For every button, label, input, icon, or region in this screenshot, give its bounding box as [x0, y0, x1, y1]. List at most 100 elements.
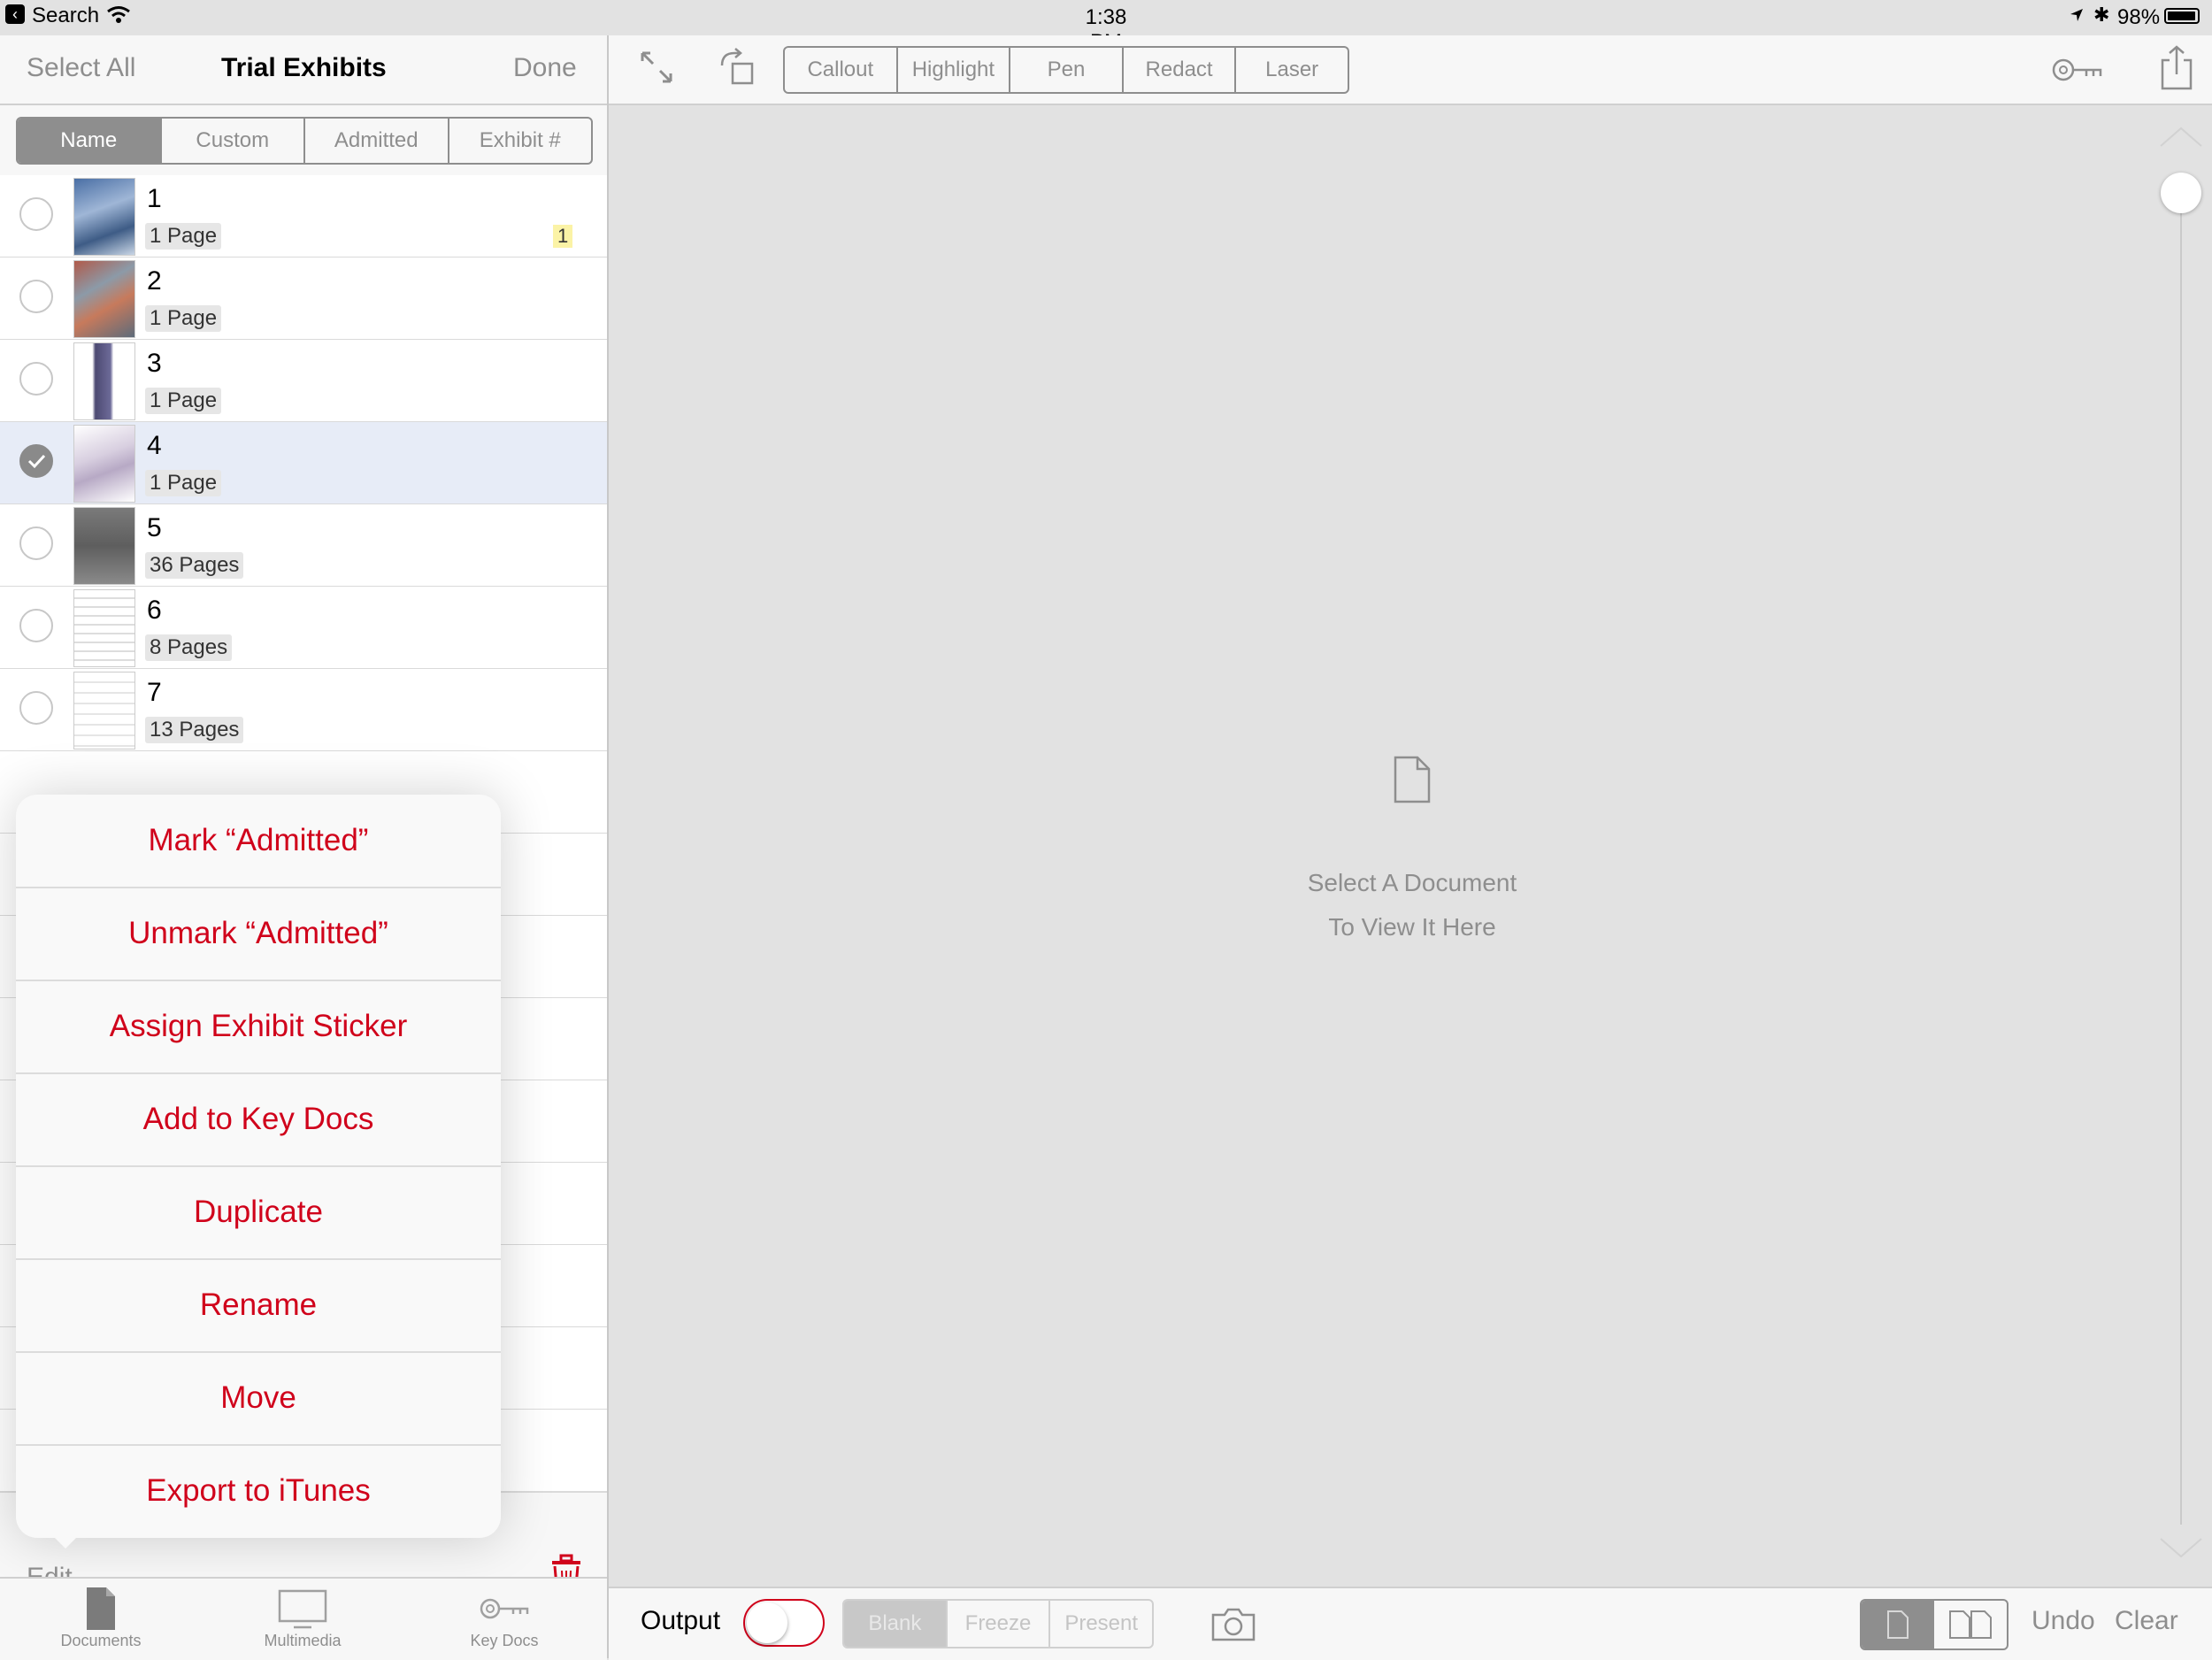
page-slider-thumb[interactable] — [2161, 173, 2201, 213]
document-name: 3 — [147, 349, 162, 378]
tab-multimedia[interactable]: Multimedia — [202, 1586, 403, 1656]
mode-present[interactable]: Present — [1050, 1601, 1152, 1647]
sort-segment-admitted[interactable]: Admitted — [305, 119, 449, 163]
back-chevron-icon[interactable]: ‹ — [5, 4, 25, 24]
tool-callout[interactable]: Callout — [785, 48, 898, 92]
status-bar: ‹ Search 1:38 PM ✱ 98% — [0, 0, 2212, 54]
wifi-icon — [107, 6, 130, 23]
mode-blank[interactable]: Blank — [844, 1601, 948, 1647]
selection-circle[interactable] — [19, 609, 53, 642]
sort-segment-custom[interactable]: Custom — [162, 119, 305, 163]
page-count: 1 Page — [145, 223, 222, 250]
tab-label: Documents — [60, 1632, 142, 1649]
sort-segment-name[interactable]: Name — [18, 119, 162, 163]
two-page-segment[interactable] — [1934, 1601, 2007, 1648]
chevron-up-icon[interactable] — [2159, 125, 2203, 150]
action-add-to-key-docs[interactable]: Add to Key Docs — [16, 1073, 501, 1167]
back-to-app-label[interactable]: Search — [32, 4, 99, 28]
selection-circle[interactable] — [19, 526, 53, 560]
annotation-tools-segmented-control: Callout Highlight Pen Redact Laser — [783, 46, 1349, 94]
document-thumbnail — [73, 589, 135, 667]
tool-highlight[interactable]: Highlight — [898, 48, 1011, 92]
empty-viewer-line-2: To View It Here — [1328, 913, 1496, 941]
clear-button[interactable]: Clear — [2115, 1606, 2178, 1636]
document-thumbnail — [73, 260, 135, 338]
document-name: 4 — [147, 431, 162, 460]
sort-segment-exhibit[interactable]: Exhibit # — [449, 119, 592, 163]
page-count: 13 Pages — [145, 717, 244, 743]
list-item[interactable]: 1 1 Page 1 — [0, 175, 607, 258]
mode-freeze[interactable]: Freeze — [948, 1601, 1051, 1647]
tool-pen[interactable]: Pen — [1010, 48, 1124, 92]
document-name: 1 — [147, 184, 162, 213]
tool-laser[interactable]: Laser — [1236, 48, 1348, 92]
share-icon[interactable] — [2159, 44, 2194, 92]
fullscreen-icon[interactable] — [639, 50, 674, 85]
document-viewer[interactable]: Select A Document To View It Here — [609, 105, 2212, 1587]
tool-redact[interactable]: Redact — [1124, 48, 1237, 92]
action-unmark-admitted[interactable]: Unmark “Admitted” — [16, 888, 501, 981]
page-slider-track[interactable] — [2180, 197, 2182, 1525]
monitor-icon — [278, 1589, 327, 1629]
document-name: 7 — [147, 678, 162, 707]
document-name: 5 — [147, 513, 162, 542]
blank-document-icon — [1394, 756, 1431, 803]
key-icon — [480, 1598, 529, 1619]
list-item[interactable]: 3 1 Page — [0, 340, 607, 423]
battery-icon — [2164, 8, 2200, 24]
sort-segmented-control: Name Custom Admitted Exhibit # — [16, 117, 593, 165]
selection-circle[interactable] — [19, 197, 53, 231]
list-nav-bar: Select All Trial Exhibits Done — [0, 35, 607, 105]
document-thumbnail — [73, 507, 135, 585]
document-thumbnail — [73, 425, 135, 503]
checkmark-icon[interactable] — [19, 444, 53, 478]
empty-viewer-message: Select A Document To View It Here — [1147, 861, 1678, 949]
list-item[interactable]: 4 1 Page — [0, 422, 607, 505]
action-rename[interactable]: Rename — [16, 1259, 501, 1353]
selection-circle[interactable] — [19, 362, 53, 396]
document-list-panel: Select All Trial Exhibits Done Name Custo… — [0, 35, 609, 1658]
list-item[interactable]: 6 8 Pages — [0, 587, 607, 670]
tab-key-docs[interactable]: Key Docs — [403, 1586, 605, 1656]
list-item[interactable]: 2 1 Page — [0, 257, 607, 341]
list-item[interactable]: 7 13 Pages — [0, 669, 607, 752]
page-count: 36 Pages — [145, 552, 244, 579]
action-assign-exhibit-sticker[interactable]: Assign Exhibit Sticker — [16, 980, 501, 1074]
tab-bar: Documents Multimedia Key Docs — [0, 1577, 607, 1660]
empty-viewer-line-1: Select A Document — [1307, 869, 1517, 896]
action-duplicate[interactable]: Duplicate — [16, 1166, 501, 1260]
bluetooth-icon: ✱ — [2093, 4, 2110, 26]
chevron-down-icon[interactable] — [2159, 1535, 2203, 1560]
document-name: 6 — [147, 596, 162, 625]
selection-circle[interactable] — [19, 280, 53, 313]
action-move[interactable]: Move — [16, 1352, 501, 1446]
action-export-to-itunes[interactable]: Export to iTunes — [16, 1445, 501, 1537]
document-icon — [87, 1587, 115, 1630]
tab-documents[interactable]: Documents — [0, 1586, 202, 1656]
done-button[interactable]: Done — [513, 53, 577, 83]
rotate-icon[interactable] — [718, 48, 756, 87]
single-page-icon — [1887, 1610, 1909, 1639]
battery-percent: 98% — [2117, 5, 2161, 29]
page-count: 1 Page — [145, 470, 222, 496]
output-toggle[interactable] — [743, 1599, 825, 1647]
single-page-segment[interactable] — [1862, 1601, 1934, 1648]
page-count: 8 Pages — [145, 634, 233, 661]
camera-icon[interactable] — [1210, 1606, 1256, 1643]
two-page-icon — [1949, 1610, 1992, 1639]
document-name: 2 — [147, 266, 162, 296]
select-all-button[interactable]: Select All — [27, 53, 135, 83]
action-mark-admitted[interactable]: Mark “Admitted” — [16, 795, 501, 888]
list-item[interactable]: 5 36 Pages — [0, 504, 607, 588]
output-mode-segmented-control: Blank Freeze Present — [842, 1599, 1154, 1648]
selection-circle[interactable] — [19, 691, 53, 725]
key-docs-icon[interactable] — [2051, 55, 2104, 85]
exhibit-badge: 1 — [553, 225, 573, 248]
tab-label: Key Docs — [470, 1632, 539, 1649]
undo-button[interactable]: Undo — [2032, 1606, 2095, 1636]
page-layout-segmented-control — [1860, 1599, 2008, 1650]
document-thumbnail — [73, 342, 135, 420]
document-thumbnail — [73, 672, 135, 749]
page-count: 1 Page — [145, 388, 222, 414]
document-thumbnail — [73, 178, 135, 256]
